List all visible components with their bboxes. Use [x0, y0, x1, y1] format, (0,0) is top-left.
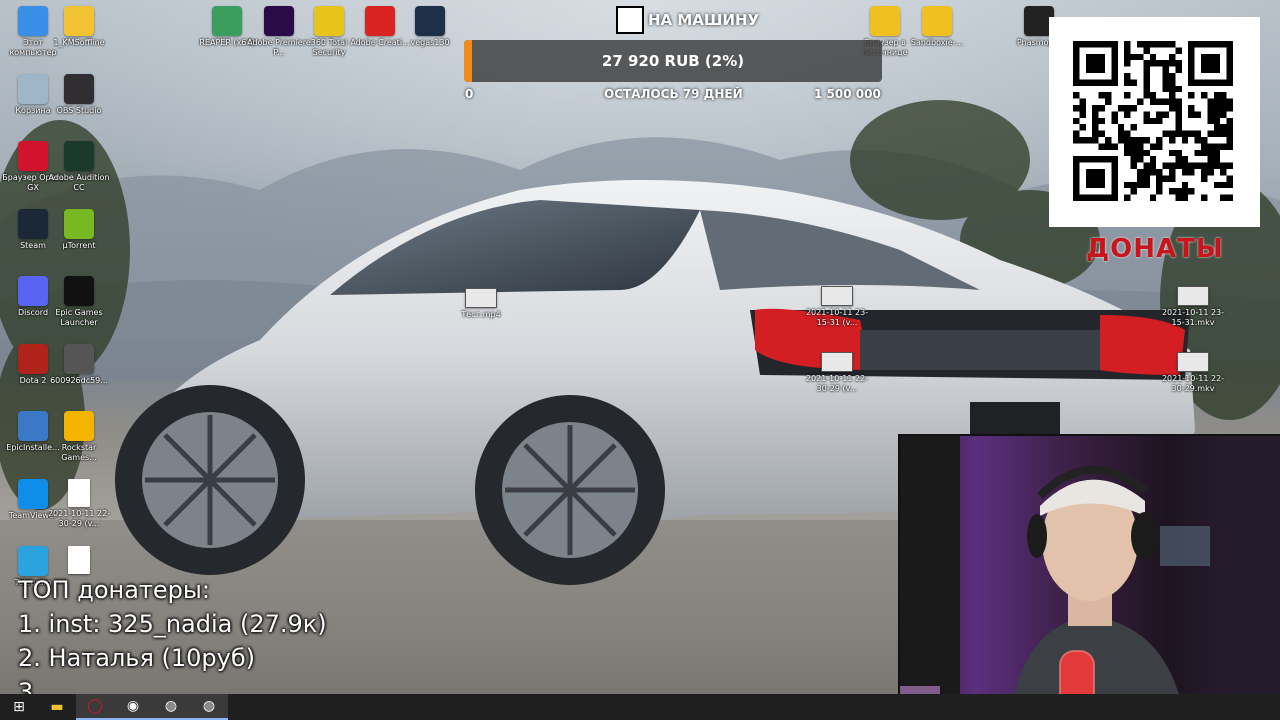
goal-min-label: 0 — [465, 87, 474, 101]
installer-icon — [18, 411, 48, 441]
desktop-icon-video-file[interactable]: 2021-10-11 23-15-31.mkv — [1160, 286, 1226, 328]
desktop-icon-label: µTorrent — [62, 240, 96, 250]
file-icon — [68, 478, 90, 507]
steam-icon: ◉ — [126, 698, 140, 714]
opera-gx-icon — [18, 141, 48, 171]
audition-icon — [64, 141, 94, 171]
creative-cloud-icon — [365, 6, 395, 36]
desktop-icon-folder[interactable]: 1_KMSoffline — [46, 6, 112, 48]
desktop-icon-label: Rockstar Games... — [61, 443, 97, 462]
taskbar-steam-button[interactable]: ◉ — [114, 694, 152, 720]
donation-qr-panel — [1049, 17, 1260, 227]
desktop-icon-label: Sandboxie-... — [910, 38, 964, 47]
webcam-feed — [898, 434, 1280, 720]
overlay-header: НА МАШИНУ — [616, 6, 759, 34]
desktop-icon-label: 2021-10-11 23-15-31 (v... — [805, 308, 869, 327]
goal-tag: НА МАШИНУ — [648, 11, 760, 29]
obs-icon: ◍ — [164, 698, 178, 714]
telegram-icon — [18, 546, 48, 576]
desktop-icon-obs[interactable]: OBS Studio — [46, 73, 112, 116]
desktop-icon-utorrent[interactable]: µTorrent — [46, 208, 112, 251]
epic-games-icon — [64, 276, 94, 306]
file-explorer-icon: ▬ — [50, 699, 64, 715]
desktop-icon-label: 2021-10-11 22-30-29 (v... — [805, 374, 869, 393]
goal-remaining-label: ОСТАЛОСЬ 79 ДНЕЙ — [604, 87, 743, 101]
reaper-icon — [212, 6, 242, 36]
windows-start-icon: ⊞ — [13, 699, 25, 715]
discord-icon — [18, 276, 48, 306]
goal-max-label: 1 500 000 — [814, 87, 881, 101]
desktop-icon-label: vegas130 — [410, 38, 450, 47]
taskbar: ⊞ ▬ ◯ ◉ ◍ ◍ — [0, 694, 1280, 720]
desktop-icon-label: 600926dc59... — [50, 375, 108, 385]
desktop-icon-file[interactable] — [46, 546, 112, 576]
top-donor-entry: 1. inst: 325_nadia (27.9к) — [18, 610, 327, 638]
qr-mini-icon — [616, 6, 644, 34]
desktop-icon-label: Epic Games Launcher — [55, 308, 103, 327]
qr-code-icon — [1073, 41, 1233, 201]
video-file-icon — [821, 352, 853, 372]
vegas-icon — [415, 6, 445, 36]
monitor-icon — [18, 6, 48, 36]
folder-icon — [64, 6, 94, 36]
streamer-image — [900, 436, 1280, 720]
desktop-icon-file[interactable]: 2021-10-11 22-30-29 (v... — [46, 478, 112, 529]
top-donors-title: ТОП донатеры: — [18, 576, 210, 604]
video-file-icon — [1177, 286, 1209, 306]
top-donors: ТОП донатеры: 1. inst: 325_nadia (27.9к)… — [18, 573, 327, 709]
desktop-icon-label: 2021-10-11 22-30-29 (v... — [47, 508, 111, 528]
donation-goal-bar: 27 920 RUB (2%) — [464, 40, 882, 82]
desktop-icon-epic-games[interactable]: Epic Games Launcher — [46, 276, 112, 328]
desktop-icon-vegas[interactable]: vegas130 — [397, 6, 463, 48]
total-security-icon — [314, 6, 344, 36]
recycle-bin-icon — [18, 73, 48, 104]
goal-amount: 27 920 RUB (2%) — [601, 52, 745, 70]
desktop-icon-video-file[interactable]: 2021-10-11 22-30-29 (v... — [804, 352, 870, 394]
image-file-icon — [64, 343, 94, 374]
desktop-icon-label: Adobe Audition CC — [48, 173, 110, 192]
desktop-icon-image-file[interactable]: 600926dc59... — [46, 343, 112, 386]
desktop-icon-label: OBS Studio — [56, 105, 102, 115]
premiere-icon — [264, 6, 294, 36]
taskbar-obs-button[interactable]: ◍ — [190, 694, 228, 720]
steam-icon — [18, 208, 48, 239]
utorrent-icon — [64, 208, 94, 239]
desktop-icon-video-file[interactable]: 2021-10-11 22-30-29.mkv — [1160, 352, 1226, 394]
sandbox-browser-icon — [870, 6, 900, 36]
obs-icon — [64, 73, 94, 104]
rockstar-icon — [64, 411, 94, 441]
taskbar-opera-gx-button[interactable]: ◯ — [76, 694, 114, 720]
desktop-icon-audition[interactable]: Adobe Audition CC — [46, 141, 112, 193]
desktop-icon-video-file[interactable]: Тест.mp4 — [448, 288, 514, 320]
desktop-icon-label: 1_KMSoffline — [53, 38, 105, 47]
video-file-icon — [465, 288, 497, 308]
taskbar-file-explorer-button[interactable]: ▬ — [38, 694, 76, 720]
video-file-icon — [1177, 352, 1209, 372]
desktop-icon-video-file[interactable]: 2021-10-11 23-15-31 (v... — [804, 286, 870, 328]
desktop-icon-label: 2021-10-11 22-30-29.mkv — [1161, 374, 1225, 393]
desktop-icon-rockstar[interactable]: Rockstar Games... — [46, 411, 112, 463]
teamviewer-icon — [18, 478, 48, 509]
dota2-icon — [18, 343, 48, 374]
taskbar-obs-button[interactable]: ◍ — [152, 694, 190, 720]
donate-label: ДОНАТЫ — [1086, 234, 1224, 264]
file-icon — [68, 546, 90, 574]
desktop-icon-sandboxie[interactable]: Sandboxie-... — [904, 6, 970, 48]
desktop-icon-label: Тест.mp4 — [461, 310, 501, 319]
sandboxie-icon — [922, 6, 952, 36]
desktop-icon-label: 2021-10-11 23-15-31.mkv — [1161, 308, 1225, 327]
video-file-icon — [821, 286, 853, 306]
opera-gx-icon: ◯ — [87, 698, 103, 714]
taskbar-windows-start-button[interactable]: ⊞ — [0, 694, 38, 720]
obs-icon: ◍ — [202, 698, 216, 714]
top-donor-entry: 2. Наталья (10руб) — [18, 644, 256, 672]
